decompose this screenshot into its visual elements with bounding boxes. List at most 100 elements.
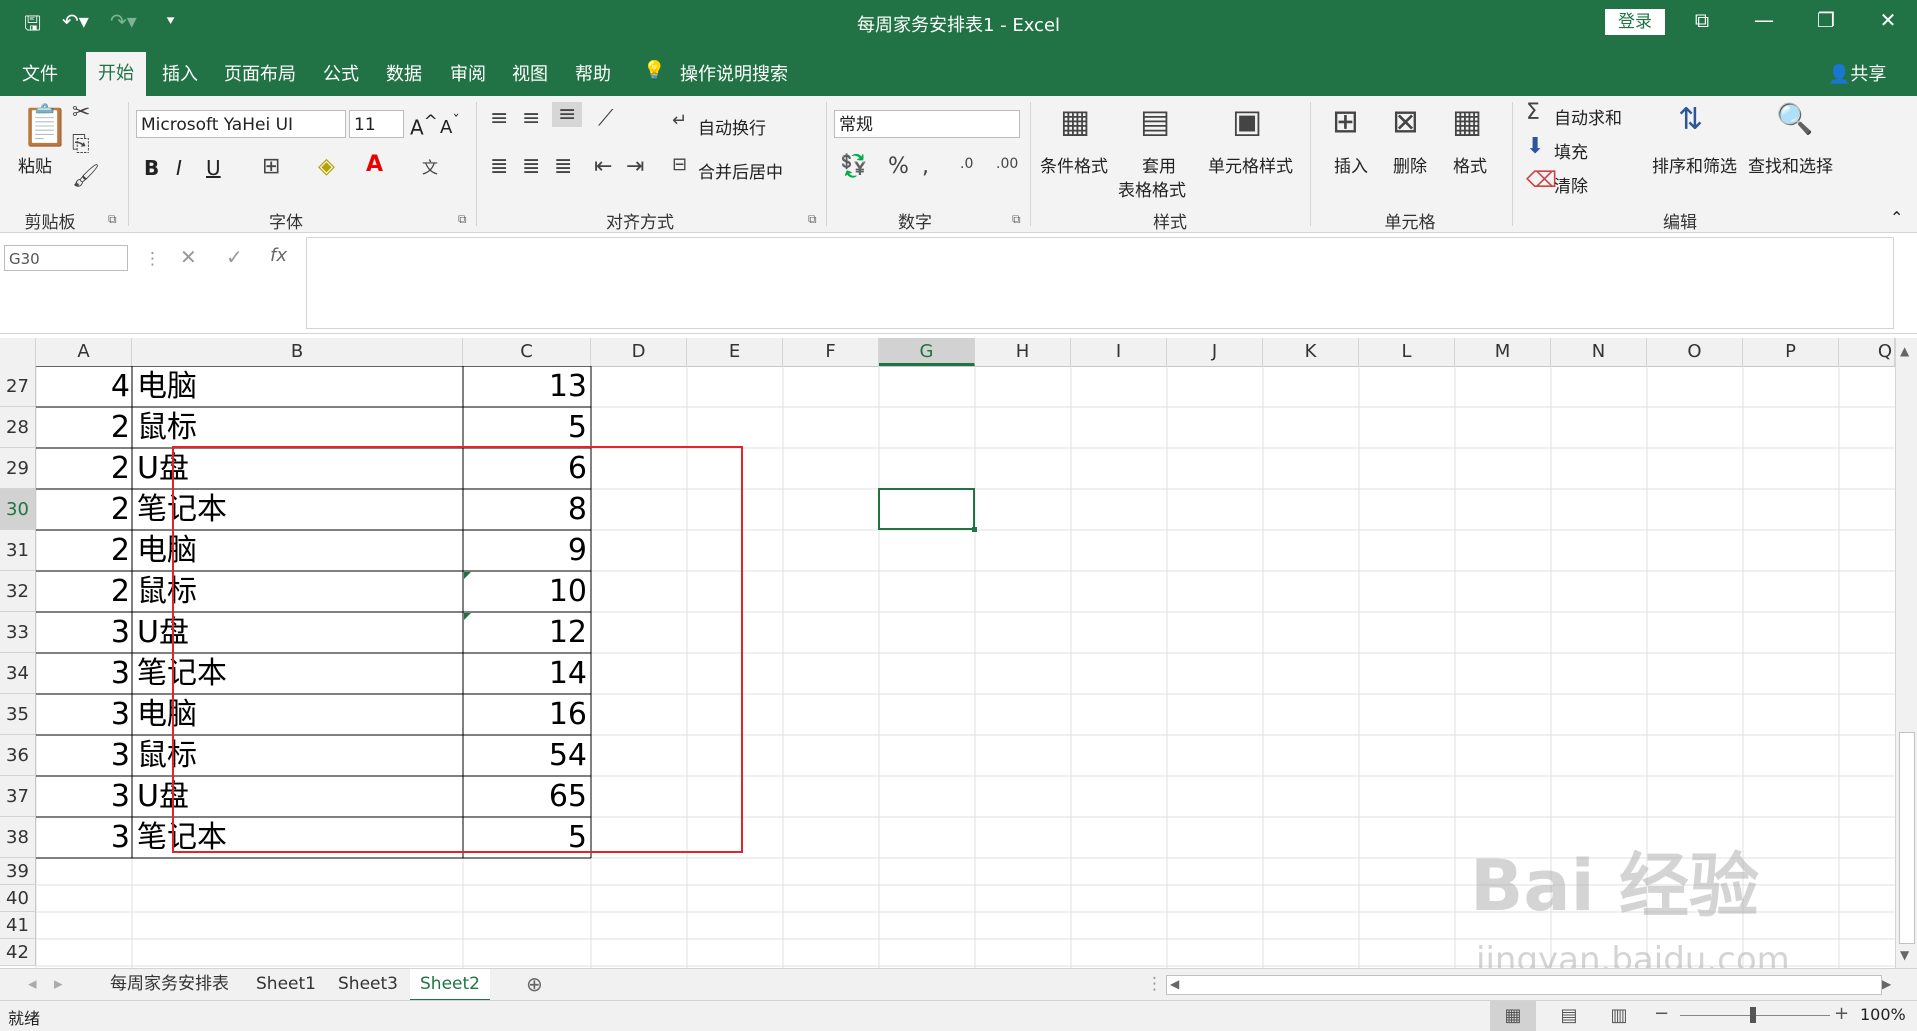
tell-me-search[interactable]: 操作说明搜索 bbox=[680, 60, 788, 86]
column-header[interactable]: G bbox=[879, 338, 975, 366]
zoom-in-icon[interactable]: + bbox=[1834, 1003, 1849, 1024]
page-layout-view-icon[interactable]: ▤ bbox=[1554, 1001, 1584, 1031]
login-button[interactable]: 登录 bbox=[1605, 9, 1665, 35]
tab-view[interactable]: 视图 bbox=[512, 60, 548, 86]
column-header[interactable]: J bbox=[1167, 338, 1263, 366]
table-format-label-1[interactable]: 套用 bbox=[1142, 152, 1176, 177]
sheet-tab-active[interactable]: Sheet2 bbox=[410, 969, 490, 1002]
font-color-icon[interactable]: A bbox=[366, 152, 383, 177]
minimize-icon[interactable]: — bbox=[1744, 8, 1784, 32]
currency-icon[interactable]: 💱 bbox=[840, 154, 867, 179]
tab-data[interactable]: 数据 bbox=[386, 60, 422, 86]
cell-a[interactable]: 2 bbox=[36, 571, 130, 612]
sheet-tab[interactable]: Sheet1 bbox=[246, 969, 326, 999]
column-header[interactable]: M bbox=[1455, 338, 1551, 366]
column-header[interactable]: L bbox=[1359, 338, 1455, 366]
delete-cells-button[interactable]: 删除 bbox=[1393, 152, 1427, 177]
page-break-view-icon[interactable]: ▥ bbox=[1604, 1001, 1634, 1031]
enter-icon[interactable]: ✓ bbox=[226, 245, 243, 269]
column-header[interactable]: N bbox=[1551, 338, 1647, 366]
select-all-corner[interactable] bbox=[0, 338, 36, 366]
align-right-icon[interactable]: ≣ bbox=[554, 154, 572, 179]
scroll-left-icon[interactable]: ◀ bbox=[1160, 969, 1189, 999]
copy-icon[interactable]: ⎘ bbox=[72, 132, 90, 157]
row-header[interactable]: 40 bbox=[0, 885, 36, 912]
decrease-decimal-icon[interactable]: .00 bbox=[996, 156, 1018, 172]
decrease-indent-icon[interactable]: ⇤ bbox=[594, 154, 612, 179]
cell-a[interactable]: 3 bbox=[36, 694, 130, 735]
cell-a[interactable]: 2 bbox=[36, 448, 130, 489]
wrap-text-button[interactable]: 自动换行 bbox=[698, 114, 766, 139]
underline-button[interactable]: U bbox=[206, 156, 221, 180]
scroll-tabs-right-icon[interactable]: ▸ bbox=[44, 969, 73, 999]
cell-c[interactable]: 13 bbox=[463, 366, 587, 407]
column-header[interactable]: P bbox=[1743, 338, 1839, 366]
share-button[interactable]: 👤共享 bbox=[1828, 60, 1886, 86]
scroll-down-icon[interactable]: ▼ bbox=[1900, 948, 1909, 962]
row-header[interactable]: 42 bbox=[0, 939, 36, 966]
cancel-icon[interactable]: ✕ bbox=[180, 245, 197, 269]
cell-c[interactable]: 5 bbox=[463, 407, 587, 448]
cell-a[interactable]: 3 bbox=[36, 612, 130, 653]
active-cell-g30[interactable] bbox=[878, 488, 975, 530]
align-left-icon[interactable]: ≣ bbox=[490, 154, 508, 179]
italic-button[interactable]: I bbox=[176, 156, 182, 180]
alignment-launcher-icon[interactable]: ⧉ bbox=[808, 212, 817, 227]
column-header[interactable]: B bbox=[132, 338, 463, 366]
fill-handle[interactable] bbox=[972, 527, 977, 532]
font-launcher-icon[interactable]: ⧉ bbox=[458, 212, 467, 227]
column-header[interactable]: K bbox=[1263, 338, 1359, 366]
number-format-select[interactable]: 常规 bbox=[834, 110, 1020, 138]
align-middle-icon[interactable]: ≡ bbox=[522, 106, 540, 131]
paste-button[interactable]: 粘贴 bbox=[18, 152, 52, 177]
tab-formulas[interactable]: 公式 bbox=[323, 60, 359, 86]
align-top-icon[interactable]: ≡ bbox=[490, 106, 508, 131]
grow-font-icon[interactable]: A^ bbox=[410, 112, 438, 140]
row-header[interactable]: 27 bbox=[0, 366, 36, 407]
conditional-format-button[interactable]: 条件格式 bbox=[1040, 152, 1108, 177]
zoom-slider-thumb[interactable] bbox=[1750, 1007, 1756, 1023]
align-bottom-icon[interactable]: ≡ bbox=[552, 102, 583, 127]
cell-a[interactable]: 3 bbox=[36, 735, 130, 776]
insert-function-icon[interactable]: fx bbox=[270, 245, 287, 266]
table-format-label-2[interactable]: 表格格式 bbox=[1118, 176, 1186, 201]
tab-insert[interactable]: 插入 bbox=[162, 60, 198, 86]
sheet-tab[interactable]: 每周家务安排表 bbox=[100, 969, 239, 999]
cell-a[interactable]: 2 bbox=[36, 530, 130, 571]
normal-view-icon[interactable]: ▦ bbox=[1490, 1001, 1536, 1031]
tab-home[interactable]: 开始 bbox=[86, 52, 146, 96]
scroll-tabs-left-icon[interactable]: ◂ bbox=[18, 969, 47, 999]
cell-a[interactable]: 4 bbox=[36, 366, 130, 407]
column-header[interactable]: O bbox=[1647, 338, 1743, 366]
fill-color-icon[interactable]: ◈ bbox=[318, 154, 335, 179]
row-header[interactable]: 35 bbox=[0, 694, 36, 735]
scroll-up-icon[interactable]: ▲ bbox=[1900, 344, 1909, 358]
row-header[interactable]: 34 bbox=[0, 653, 36, 694]
row-header[interactable]: 28 bbox=[0, 407, 36, 448]
cell-a[interactable]: 2 bbox=[36, 407, 130, 448]
collapse-ribbon-icon[interactable]: ⌃ bbox=[1890, 208, 1903, 227]
format-painter-icon[interactable]: 🖌 bbox=[72, 164, 100, 189]
sheet-tab[interactable]: Sheet3 bbox=[328, 969, 408, 999]
find-select-button[interactable]: 查找和选择 bbox=[1748, 152, 1833, 177]
tab-help[interactable]: 帮助 bbox=[575, 60, 611, 86]
orientation-icon[interactable]: ⟋ bbox=[598, 106, 613, 131]
row-header[interactable]: 38 bbox=[0, 817, 36, 858]
row-header[interactable]: 33 bbox=[0, 612, 36, 653]
cell-a[interactable]: 3 bbox=[36, 653, 130, 694]
row-header[interactable]: 32 bbox=[0, 571, 36, 612]
cell-a[interactable]: 3 bbox=[36, 776, 130, 817]
fill-button[interactable]: 填充 bbox=[1554, 138, 1588, 163]
column-header[interactable]: H bbox=[975, 338, 1071, 366]
tab-review[interactable]: 审阅 bbox=[450, 60, 486, 86]
horizontal-scrollbar[interactable] bbox=[1166, 975, 1882, 995]
row-header[interactable]: 41 bbox=[0, 912, 36, 939]
scroll-right-icon[interactable]: ▶ bbox=[1872, 969, 1901, 999]
close-icon[interactable]: ✕ bbox=[1868, 8, 1908, 32]
column-header[interactable]: D bbox=[591, 338, 687, 366]
paste-icon[interactable]: 📋 bbox=[20, 102, 70, 149]
borders-icon[interactable]: ⊞ bbox=[262, 154, 280, 179]
cell-a[interactable]: 3 bbox=[36, 817, 130, 858]
align-center-icon[interactable]: ≣ bbox=[522, 154, 540, 179]
restore-icon[interactable]: ❐ bbox=[1806, 8, 1846, 32]
